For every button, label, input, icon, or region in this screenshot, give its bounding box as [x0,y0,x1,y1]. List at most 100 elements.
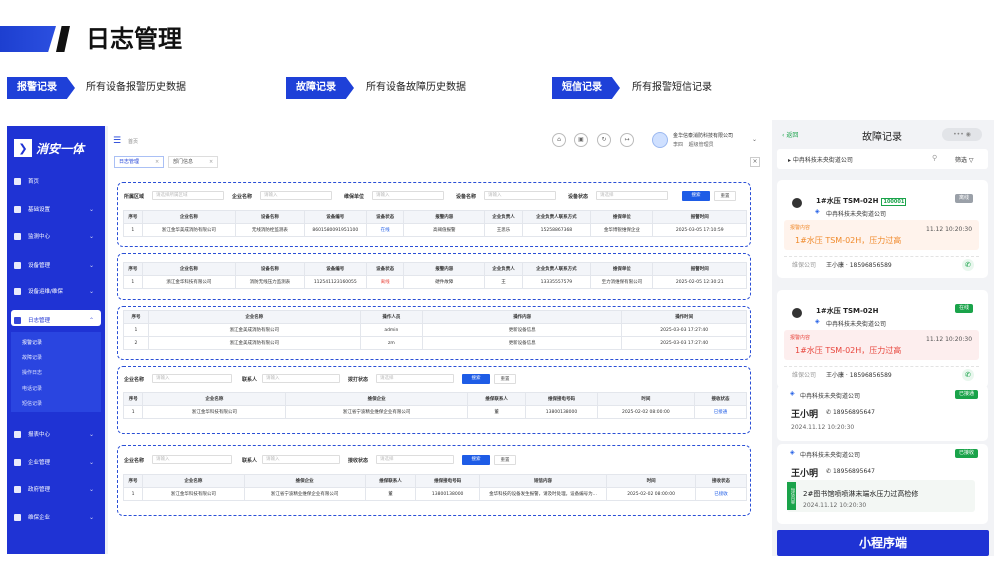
tab-department[interactable]: 部门信息 × [168,156,219,168]
table-header: 企业负责人联系方式 [521,210,592,224]
logo-text: 消安一体 [36,141,85,156]
table-cell: 13800138000 [415,487,480,501]
table-header: 序号 [122,474,144,488]
table-header: 操作时间 [621,310,747,324]
table-header: 报警内容 [403,210,486,224]
filter-button[interactable]: 筛选 ▽ [955,155,974,164]
sidebar-item[interactable]: 设备管理 ⌄ [14,257,100,273]
filter5-status-label: 接收状态 [348,458,369,464]
sidebar-item[interactable]: 报表中心 ⌄ [14,426,100,442]
region-select[interactable]: 请选择所属区域 [152,191,224,200]
table-cell: 浙江金华科技有限公司 [141,275,237,289]
breadcrumb[interactable]: 首页 [128,138,138,145]
status-badge: 在线 [955,304,974,313]
page-title: 日志管理 [86,25,182,53]
chevron-icon: ⌄ [88,513,94,521]
table-cell: zm [359,336,424,350]
tag-fault-desc: 所有设备故障历史数据 [366,82,466,93]
back-button[interactable]: ‹ 返回 [782,130,798,139]
sidebar-item-label: 设备管理 [28,263,51,269]
sidebar-item[interactable]: 基础设置 ⌄ [14,201,100,217]
filter5-contact-input[interactable]: 请输入 [262,455,340,464]
tag-alarm-desc: 所有设备报警历史数据 [86,82,186,93]
caller-phone-number: 18956895647 [832,409,875,416]
filter4-search-button[interactable]: 搜索 [462,374,490,384]
table-header: 维保接电号码 [525,392,598,406]
sidebar-subitem[interactable]: 报警记录 [22,338,42,348]
table-header: 操作人员 [359,310,424,324]
device-company: 中冉科技未央街道公司 [826,211,887,218]
sidebar-subitem[interactable]: 短信记录 [22,399,42,409]
filter4-status-select[interactable]: 请选择 [376,374,454,383]
home-icon[interactable]: ⌂ [552,133,566,147]
capsule-menu-icon[interactable]: ••• ◉ [942,128,982,141]
table-cell: 2025-03-05 17:10:59 [652,223,747,237]
device-company: 中冉科技未央街道公司 [826,321,887,328]
filter5-reset-button[interactable]: 重置 [494,455,516,465]
table-row: 1 浙江金华科技有限公司 浙江省宁波精业维保企业有限公司董 13800138000 金华… [122,487,747,501]
refresh-icon[interactable]: ↻ [597,133,611,147]
table-cell: 浙江金华美成消防有限公司 [141,223,237,237]
sidebar-subitem[interactable]: 电话记录 [22,384,42,394]
filter-device-label: 设备名称 [456,194,477,200]
tag-alarm-records: 报警记录 [7,77,75,99]
menu-toggle-icon[interactable]: ☰ [113,136,121,146]
table-header: 设备名称 [235,210,305,224]
table-cell: 董 [364,487,417,501]
sidebar-item[interactable]: 维保企业 ⌄ [14,509,100,525]
company-input[interactable]: 请输入 [260,191,332,200]
lock-icon[interactable]: ▣ [574,133,588,147]
filter4-contact-input[interactable]: 请输入 [262,374,340,383]
table-header: 序号 [123,310,149,324]
sidebar-item-label: 企业管理 [28,460,51,466]
close-icon[interactable]: × [750,157,760,167]
device-icon [792,198,802,208]
alarm-label: 报警内容 [790,335,811,341]
chevron-icon: ⌄ [88,430,94,438]
header-accent-bar [0,26,56,52]
sidebar-item[interactable]: 首页 [14,173,100,189]
logout-icon[interactable]: ↦ [620,133,634,147]
sidebar-item[interactable]: 设备运维/维保 ⌄ [14,283,100,299]
sidebar-subitem[interactable]: 操作日志 [22,368,42,378]
unit-input[interactable]: 请输入 [372,191,444,200]
avatar[interactable] [652,132,668,148]
table-header: 维保单位 [590,210,654,224]
phone-icon[interactable]: ✆ [962,259,974,271]
table-header: 操作内容 [422,310,623,324]
tab-log-management[interactable]: 日志管理 × [114,156,165,168]
chevron-down-icon[interactable]: ⌄ [752,136,757,143]
table-row: 2 浙江金美成消防有限公司 zm 更新设备信息 2025-03-03 17:27:40 [123,336,747,350]
filter5-status-select[interactable]: 请选择 [376,455,454,464]
reset-button[interactable]: 重置 [714,191,736,201]
table-header: 企业名称 [141,210,237,224]
filter5-company-input[interactable]: 请输入 [152,455,232,464]
sidebar-item[interactable]: 日志管理 ⌃ [14,312,100,328]
caller-phone: ✆ 18956895647 [826,409,875,416]
table-cell: 浙江金美成消防有限公司 [147,323,361,337]
filter4-company-input[interactable]: 请输入 [152,374,232,383]
filter4-reset-button[interactable]: 重置 [494,374,516,384]
table-header: 维保单位 [590,262,654,276]
chevron-icon: ⌄ [88,205,94,213]
sidebar-item[interactable]: 政府管理 ⌄ [14,481,100,497]
table-header: 维保联系人 [466,392,527,406]
search-button[interactable]: 搜索 [682,191,710,201]
status-select[interactable]: 请选择 [596,191,668,200]
alarm-text: 1#水压 TSM-02H，压力过高 [795,236,902,245]
phone-icon[interactable]: ✆ [962,369,974,381]
filter5-search-button[interactable]: 搜索 [462,455,490,465]
sidebar-item[interactable]: 企业管理 ⌄ [14,454,100,470]
search-icon[interactable]: ⚲ [932,154,937,162]
sidebar-item[interactable]: 监测中心 ⌄ [14,228,100,244]
sidebar-item-icon [14,287,21,295]
sidebar-item-label: 维保企业 [28,515,51,521]
app-logo: ❯ 消安一体 [14,138,102,158]
table-header: 企业名称 [142,474,245,488]
sidebar-subitem[interactable]: 故障记录 [22,353,42,363]
table-header: 设备状态 [365,210,405,224]
table-cell: 更新设备信息 [422,336,623,350]
table-cell: 消防无线压力监测表 [235,275,305,289]
call-company: 中冉科技未央街道公司 [800,452,861,459]
device-input[interactable]: 请输入 [484,191,556,200]
